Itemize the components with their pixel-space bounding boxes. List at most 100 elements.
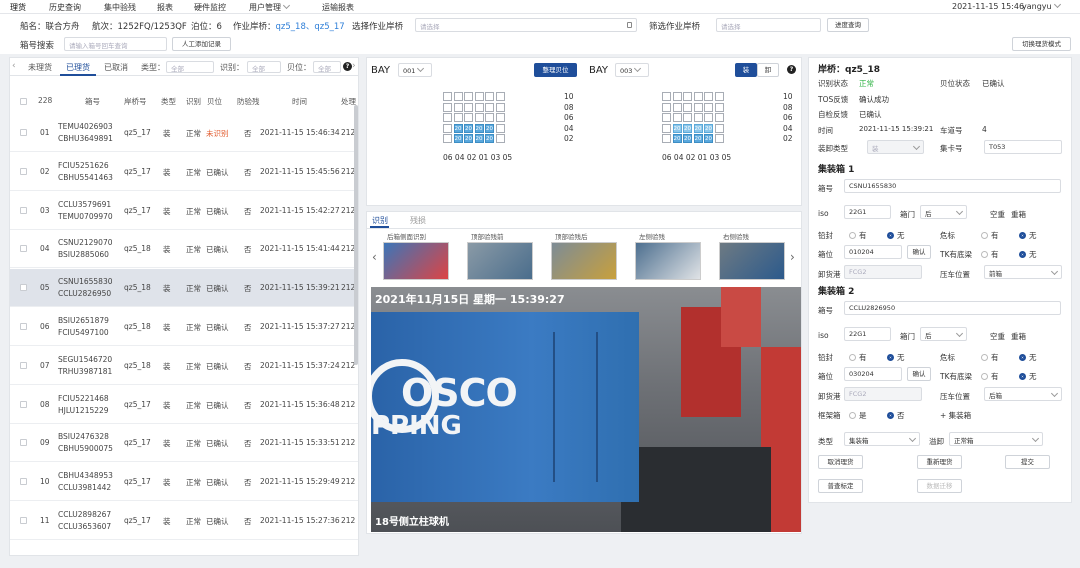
tab-tallied[interactable]: 已理货: [66, 62, 90, 73]
nav-history[interactable]: 历史查询: [49, 2, 81, 13]
box-search-input[interactable]: 请输入箱号回车查询: [64, 37, 167, 51]
table-row[interactable]: 02 FCIU5251626 CBHU5541463 qz5_17 装 正常 已确认 否 202…: [10, 153, 358, 191]
bay-slot-empty[interactable]: [485, 92, 494, 101]
bay-slot-filled[interactable]: 20: [693, 134, 703, 143]
sort-slot-button[interactable]: 整理贝位: [534, 63, 577, 77]
table-row[interactable]: 04 CSNU2129070 BSIU2885060 qz5_18 装 正常 已确认 否 202…: [10, 230, 358, 269]
bay-slot-empty[interactable]: [662, 123, 671, 133]
table-row[interactable]: 09 BSIU2476328 CBHU5900075 qz5_17 装 正常 已确认 否 202…: [10, 424, 358, 463]
bay-slot-filled[interactable]: 20: [704, 123, 713, 133]
tab-recognition[interactable]: 识别: [372, 215, 388, 226]
bay-slot-empty[interactable]: [464, 92, 473, 101]
type-filter-select[interactable]: 全部: [166, 61, 214, 73]
bay2-select[interactable]: 003: [615, 63, 649, 77]
select-bridge-dropdown[interactable]: 请选择: [415, 18, 637, 32]
iso-input[interactable]: 22G1: [844, 205, 891, 219]
nav-transport[interactable]: 运输报表: [322, 2, 354, 13]
tk-yes-radio[interactable]: 有: [981, 371, 999, 382]
bay-slot-filled[interactable]: 20: [485, 134, 494, 143]
bay-slot-empty[interactable]: [443, 102, 452, 112]
tab-damage[interactable]: 残损: [410, 215, 426, 226]
mode-unload-toggle[interactable]: 卸: [757, 63, 779, 77]
unload-port-input[interactable]: FCG2: [844, 265, 922, 279]
main-photo[interactable]: OSCO PPING 2021年11月15日 星期一 15:39:27 18号侧…: [371, 287, 801, 532]
bay-slot-filled[interactable]: 20: [474, 134, 484, 143]
bay-slot-empty[interactable]: [672, 92, 682, 101]
bay-slot-empty[interactable]: [495, 92, 505, 101]
bay-slot-filled[interactable]: 20: [464, 123, 473, 133]
table-row[interactable]: 10 CBHU4348953 CCLU3981442 qz5_17 装 正常 已确认 否 202…: [10, 463, 358, 502]
load-type-select[interactable]: 装: [867, 140, 924, 154]
survey-mark-button[interactable]: 普查标定: [818, 479, 863, 493]
bay-slot-filled[interactable]: 20: [693, 123, 703, 133]
bay-slot-empty[interactable]: [693, 113, 703, 122]
table-row[interactable]: 07 SEGU1546720 TRHU3987181 qz5_18 装 正常 已确认 否 202…: [10, 347, 358, 385]
seal-yes-radio[interactable]: 有: [849, 352, 867, 363]
bay-slot-empty[interactable]: [443, 113, 452, 122]
slot-input[interactable]: 010204: [844, 245, 902, 259]
row-checkbox[interactable]: [20, 361, 27, 369]
bridge-link-qz5-17[interactable]: qz5_17: [314, 22, 344, 32]
card-input[interactable]: T053: [984, 140, 1062, 154]
bay-slot-empty[interactable]: [443, 134, 452, 143]
bay-slot-empty[interactable]: [453, 92, 463, 101]
iso-input[interactable]: 22G1: [844, 327, 891, 341]
nav-user-mgmt[interactable]: 用户管理: [249, 1, 291, 13]
bay-slot-filled[interactable]: 20: [464, 134, 473, 143]
bay-slot-empty[interactable]: [662, 134, 671, 143]
frame-no-radio[interactable]: 否: [887, 410, 905, 421]
danger-no-radio[interactable]: 无: [1019, 352, 1037, 363]
confirm-slot-button[interactable]: 确认: [907, 367, 931, 381]
box-no-input[interactable]: CSNU1655830: [844, 179, 1061, 193]
row-checkbox[interactable]: [20, 206, 27, 214]
bay1-select[interactable]: 001: [398, 63, 432, 77]
bay-slot-filled[interactable]: 20: [704, 134, 713, 143]
seal-yes-radio[interactable]: 有: [849, 230, 867, 241]
row-checkbox[interactable]: [20, 439, 27, 447]
unload-port-input[interactable]: FCG2: [844, 387, 922, 401]
tk-no-radio[interactable]: 无: [1019, 371, 1037, 382]
bay-slot-empty[interactable]: [474, 113, 484, 122]
mode-load-toggle[interactable]: 装: [735, 63, 757, 77]
danger-no-radio[interactable]: 无: [1019, 230, 1037, 241]
row-checkbox[interactable]: [20, 245, 27, 253]
row-checkbox[interactable]: [20, 323, 27, 330]
table-row[interactable]: 11 CCLU2898267 CCLU3653607 qz5_17 装 正常 已确认 否 202…: [10, 502, 358, 540]
tk-yes-radio[interactable]: 有: [981, 249, 999, 260]
data-migrate-button[interactable]: 数据迁移: [917, 479, 962, 493]
table-row[interactable]: 03 CCLU3579691 TEMU0709970 qz5_17 装 正常 已确认 否 202…: [10, 192, 358, 230]
chevron-left-icon[interactable]: ‹: [12, 61, 16, 71]
bay-slot-empty[interactable]: [714, 102, 724, 112]
press-select[interactable]: 前箱: [984, 265, 1062, 279]
danger-yes-radio[interactable]: 有: [981, 352, 999, 363]
slot-input[interactable]: 030204: [844, 367, 902, 381]
bay-slot-filled[interactable]: 20: [453, 134, 463, 143]
table-row[interactable]: 01 TEMU4026903 CBHU3649891 qz5_17 装 正常 未识别 否 202…: [10, 114, 358, 152]
danger-yes-radio[interactable]: 有: [981, 230, 999, 241]
row-checkbox[interactable]: [20, 167, 27, 175]
tk-no-radio[interactable]: 无: [1019, 249, 1037, 260]
bay-slot-empty[interactable]: [662, 113, 671, 122]
nav-report[interactable]: 报表: [157, 2, 173, 13]
overflow-select[interactable]: 正常箱: [949, 432, 1043, 446]
filter-bridge-dropdown[interactable]: 请选择: [716, 18, 821, 32]
door-select[interactable]: 后: [920, 327, 967, 341]
help-icon[interactable]: ?: [343, 62, 352, 71]
bay-slot-empty[interactable]: [453, 102, 463, 112]
bay-slot-empty[interactable]: [683, 92, 692, 101]
bay-slot-empty[interactable]: [662, 102, 671, 112]
bridge-link-qz5-18[interactable]: qz5_18、: [276, 22, 315, 32]
submit-button[interactable]: 提交: [1005, 455, 1050, 469]
chevron-left-icon[interactable]: ‹: [372, 250, 377, 264]
chevron-right-icon[interactable]: ›: [352, 61, 356, 71]
bay-slot-empty[interactable]: [714, 134, 724, 143]
thumb-image[interactable]: [383, 242, 449, 280]
select-all-checkbox[interactable]: [20, 98, 27, 105]
seal-no-radio[interactable]: 无: [887, 352, 905, 363]
bay-slot-empty[interactable]: [495, 113, 505, 122]
bay-slot-empty[interactable]: [693, 102, 703, 112]
lock-icon[interactable]: [627, 22, 632, 28]
row-checkbox[interactable]: [20, 517, 27, 524]
bay-slot-empty[interactable]: [672, 113, 682, 122]
help-icon[interactable]: ?: [787, 65, 796, 74]
